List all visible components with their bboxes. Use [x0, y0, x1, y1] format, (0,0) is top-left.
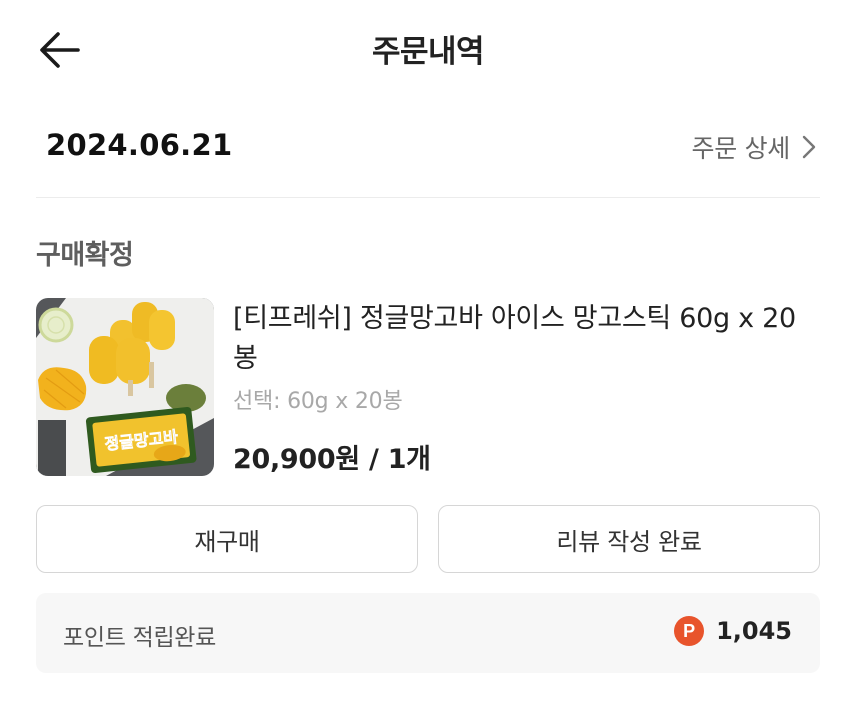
point-coin-icon: P: [674, 616, 705, 646]
points-label: 포인트 적립완료: [63, 625, 217, 651]
order-date: 2024.06.21: [46, 128, 233, 162]
header: 주문내역: [0, 0, 856, 100]
product-price: 20,900원 / 1개: [233, 444, 431, 475]
divider: [36, 197, 820, 198]
order-header-row: 2024.06.21 주문 상세: [36, 112, 820, 182]
product-name[interactable]: [티프레쉬] 정글망고바 아이스 망고스틱 60g x 20봉: [233, 299, 818, 379]
chevron-right-icon: [802, 135, 816, 159]
order-status: 구매확정: [36, 240, 134, 271]
rebuy-button[interactable]: 재구매: [36, 505, 418, 573]
product-image[interactable]: 정글망고바: [36, 298, 214, 476]
page-title: 주문내역: [371, 34, 485, 70]
points-value-group: P 1,045: [674, 616, 792, 646]
points-earned-box: 포인트 적립완료 P 1,045: [36, 593, 820, 673]
order-detail-link[interactable]: 주문 상세: [692, 129, 816, 165]
points-value: 1,045: [716, 617, 792, 645]
review-complete-button[interactable]: 리뷰 작성 완료: [438, 505, 820, 573]
order-detail-label: 주문 상세: [691, 134, 791, 163]
product-option: 선택: 60g x 20봉: [233, 389, 403, 414]
